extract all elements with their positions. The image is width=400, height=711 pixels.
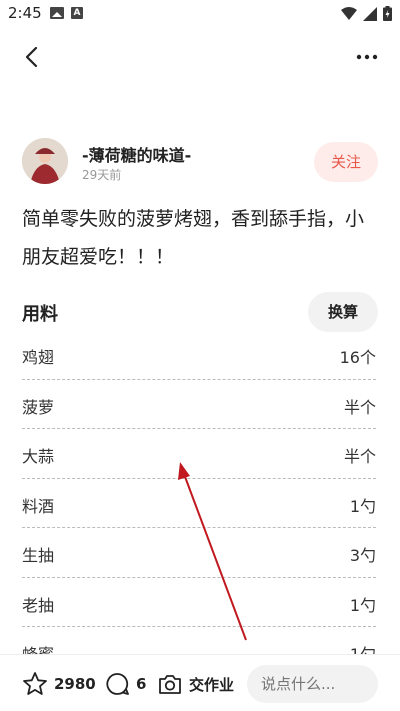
ingredient-row: 大蒜 半个	[22, 429, 376, 479]
favorite-button[interactable]: 2980	[22, 671, 96, 697]
ingredient-name: 老抽	[22, 595, 55, 615]
ingredients-list: 鸡翅 16个 菠萝 半个 大蒜 半个 料酒 1勺 生抽 3勺 老抽 1勺 蜂蜜 …	[22, 330, 376, 677]
ingredient-row: 菠萝 半个	[22, 380, 376, 429]
more-button[interactable]	[354, 44, 380, 70]
comment-count: 6	[136, 675, 147, 693]
bottom-bar: 2980 6 交作业	[0, 654, 400, 711]
favorite-count: 2980	[54, 675, 96, 693]
convert-button[interactable]: 换算	[308, 292, 378, 332]
ingredients-header: 用料 换算	[22, 292, 378, 332]
homework-label: 交作业	[189, 675, 235, 694]
ingredient-qty: 半个	[343, 397, 376, 417]
ingredient-qty: 1勺	[349, 595, 376, 615]
status-time: 2:45	[8, 4, 42, 22]
status-bar: 2:45 A	[0, 0, 400, 28]
follow-button[interactable]: 关注	[314, 142, 378, 182]
recipe-description: 简单零失败的菠萝烤翅，香到舔手指，小朋友超爱吃！！！	[22, 208, 365, 268]
ingredient-name: 大蒜	[22, 447, 55, 466]
homework-button[interactable]: 交作业	[157, 671, 234, 697]
ingredient-row: 老抽 1勺	[22, 578, 376, 627]
ingredient-qty: 1勺	[349, 496, 376, 516]
camera-icon	[159, 675, 181, 694]
ingredient-name: 生抽	[22, 546, 55, 565]
comment-icon	[106, 673, 129, 695]
ingredient-row: 生抽 3勺	[22, 528, 376, 578]
gallery-notification-icon	[50, 7, 64, 19]
ingredient-row: 鸡翅 16个	[22, 330, 376, 380]
signal-icon	[363, 6, 377, 21]
author-name[interactable]: -薄荷糖的味道-	[82, 142, 191, 166]
ingredients-title: 用料	[22, 304, 58, 325]
wifi-icon	[341, 6, 357, 20]
ingredient-qty: 3勺	[349, 546, 376, 565]
ingredient-row: 料酒 1勺	[22, 479, 376, 528]
back-arrow-icon	[25, 46, 38, 68]
ingredient-name: 料酒	[22, 496, 55, 516]
author-row: -薄荷糖的味道- 29天前 关注	[22, 138, 378, 186]
post-time: 29天前	[82, 168, 122, 182]
app-notification-icon: A	[71, 7, 83, 19]
comment-input[interactable]	[247, 665, 378, 703]
avatar[interactable]	[22, 138, 68, 184]
battery-icon	[383, 6, 392, 21]
ingredient-name: 菠萝	[22, 397, 55, 417]
ingredient-qty: 16个	[339, 348, 376, 367]
ingredient-name: 鸡翅	[22, 348, 55, 367]
ingredient-qty: 半个	[343, 447, 376, 466]
star-icon	[23, 672, 47, 695]
back-button[interactable]	[20, 44, 46, 70]
more-icon	[356, 54, 378, 60]
comment-button[interactable]: 6	[104, 671, 146, 697]
